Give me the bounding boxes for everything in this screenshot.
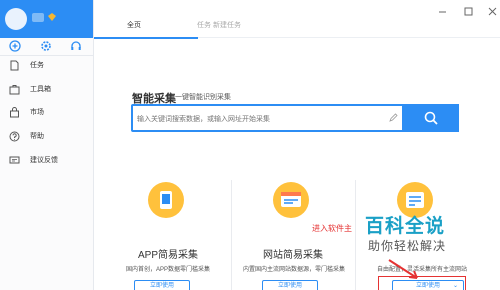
- sidebar-item-help[interactable]: 帮助: [0, 129, 93, 145]
- search-icon: [424, 111, 438, 125]
- headset-icon[interactable]: [70, 40, 82, 52]
- card-desc-web: 内置国内主流网站数据源，零门槛采集: [243, 267, 346, 273]
- custom-collect-icon: [397, 182, 433, 218]
- feedback-icon: [9, 156, 20, 164]
- web-collect-icon: [273, 182, 309, 218]
- help-icon: [9, 131, 20, 142]
- sidebar-item-label: 工具箱: [30, 86, 51, 93]
- maximize-icon[interactable]: [464, 7, 473, 16]
- card-desc-app: 国内首创，APP数据零门槛采集: [125, 267, 210, 273]
- avatar[interactable]: [5, 8, 27, 30]
- search-input[interactable]: [137, 109, 401, 129]
- watermark: 百科全说 助你轻松解决: [365, 216, 446, 254]
- top-bar: [94, 0, 500, 38]
- sidebar-item-tasks[interactable]: 任务: [0, 58, 93, 74]
- settings-icon[interactable]: [40, 40, 52, 52]
- sidebar-item-label: 建议反馈: [30, 157, 58, 164]
- add-icon[interactable]: [9, 40, 21, 52]
- highlight-box: [378, 276, 466, 290]
- sidebar-item-toolbox[interactable]: 工具箱: [0, 82, 93, 98]
- document-icon: [10, 60, 19, 71]
- sidebar-header: [0, 0, 93, 38]
- tab-home[interactable]: 全页: [127, 21, 141, 31]
- app-collect-icon: [148, 182, 184, 218]
- username-redacted: [32, 13, 44, 22]
- search-button[interactable]: [402, 104, 459, 132]
- sidebar-divider: [0, 55, 93, 56]
- watermark-main: 百科全说: [365, 216, 446, 237]
- card-title-app: APP简易采集: [137, 250, 198, 261]
- minimize-icon[interactable]: [438, 7, 447, 16]
- tab-new-task[interactable]: 任务 新建任务: [197, 21, 241, 31]
- vip-badge-icon: [48, 13, 56, 21]
- sidebar-quick-icons: [0, 40, 93, 54]
- watermark-sub: 助你轻松解决: [368, 239, 447, 253]
- sidebar-item-market[interactable]: 市场: [0, 105, 93, 121]
- toolbox-icon: [9, 85, 20, 95]
- card-divider: [231, 180, 232, 290]
- annotation-text: 进入软件主: [312, 224, 352, 233]
- use-now-button-app[interactable]: 立即使用: [134, 280, 190, 290]
- shopping-bag-icon: [10, 107, 19, 118]
- sidebar: 任务 工具箱 市场 帮助 建议反馈: [0, 0, 94, 290]
- sidebar-item-label: 市场: [30, 109, 44, 116]
- card-divider: [355, 180, 356, 290]
- active-tab-indicator: [94, 37, 198, 39]
- sidebar-item-label: 任务: [30, 62, 44, 69]
- pen-icon[interactable]: [389, 113, 398, 122]
- collect-subtitle: 一键智能识别采集: [175, 94, 231, 101]
- use-now-button-web[interactable]: 立即使用: [262, 280, 318, 290]
- close-icon[interactable]: [488, 7, 497, 16]
- sidebar-item-feedback[interactable]: 建议反馈: [0, 153, 93, 169]
- sidebar-item-label: 帮助: [30, 133, 44, 140]
- card-title-web: 网站简易采集: [263, 250, 323, 261]
